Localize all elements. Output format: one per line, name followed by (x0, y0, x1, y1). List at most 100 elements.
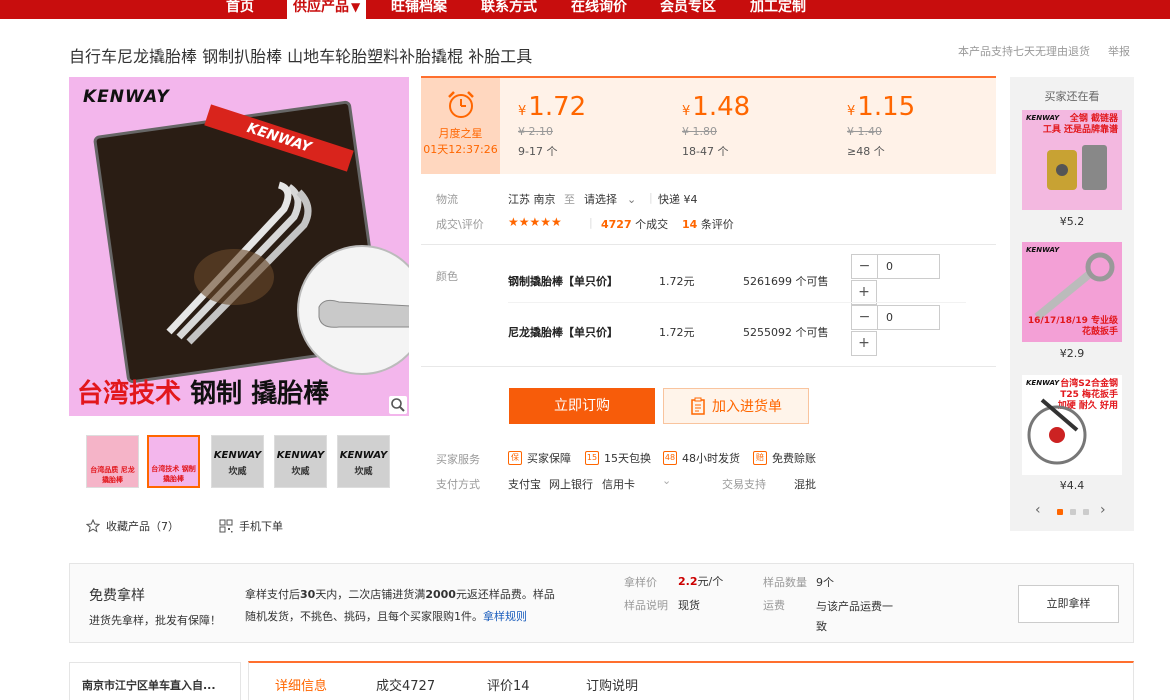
thumbnail-2-caption: 台湾技术 钢制 撬胎棒 (151, 465, 196, 483)
separator: | (649, 191, 653, 204)
deals-label: 成交\评价 (436, 218, 484, 231)
option-2-quantity-input[interactable]: 0 (878, 306, 939, 329)
tier-1-original-price: ¥ 2.10 (518, 125, 553, 138)
tab-details[interactable]: 详细信息 (275, 675, 327, 694)
clock-icon: 48 (663, 451, 677, 465)
sidebar-product-2[interactable]: KENWAY 16/17/18/19 专业级 花鼓扳手 (1022, 242, 1122, 342)
image-slogan: 台湾技术 钢制 撬胎棒 (77, 373, 329, 410)
tier-2-price-value: 1.48 (692, 92, 751, 122)
chevron-down-icon[interactable]: ⌄ (662, 474, 671, 487)
order-now-button[interactable]: 立即订购 (509, 388, 655, 424)
nav-home[interactable]: 首页 (226, 0, 254, 19)
sample-desc-days: 30 (300, 588, 316, 601)
favorite-label: 收藏产品（7） (106, 520, 179, 533)
option-2-plus-button[interactable]: + (851, 331, 877, 356)
chevron-down-icon: ⌄ (627, 193, 637, 206)
sidebar-product-3[interactable]: KENWAY 台湾S2合金钢 T25 梅花扳手 加硬 耐久 好用 (1022, 375, 1122, 475)
sidebar-product-3-price: ¥4.4 (1059, 479, 1085, 492)
review-count[interactable]: 14 条评价 (682, 216, 734, 232)
alarm-clock-icon (447, 91, 474, 118)
credit-icon: 赔 (753, 451, 767, 465)
shop-info: 南京市江宁区单车直入自... (69, 662, 241, 700)
nav-member[interactable]: 会员专区 (660, 0, 716, 19)
deal-count[interactable]: 4727 个成交 (601, 216, 668, 232)
pager-dot-active[interactable] (1057, 509, 1063, 515)
ship-to-label: 至 (564, 193, 575, 206)
tier-3-quantity: ≥48 个 (847, 145, 885, 158)
sample-note-label: 样品说明 (624, 599, 668, 612)
destination-select-label: 请选择 (584, 193, 617, 206)
tier-1-price: ¥1.72 (518, 92, 586, 122)
service-48h-shipping[interactable]: 48 48小时发货 (663, 450, 740, 466)
divider (421, 244, 996, 245)
chevron-right-icon[interactable]: › (1100, 502, 1106, 518)
sample-rules-link[interactable]: 拿样规则 (483, 610, 527, 623)
option-1-stock: 5261699 个可售 (743, 275, 829, 288)
thumbnail-3-sub: 坎威 (228, 467, 247, 477)
mobile-order-label: 手机下单 (239, 520, 283, 533)
thumbnail-1[interactable]: 台湾品质 尼龙撬胎棒 (86, 435, 139, 488)
thumbnail-2[interactable]: 台湾技术 钢制 撬胎棒 (147, 435, 200, 488)
add-to-cart-button[interactable]: 加入进货单 (663, 388, 809, 424)
payment-alipay: 支付宝 (508, 478, 541, 491)
also-viewed-sidebar: 买家还在看 KENWAY 全钢 截链器 工具 还是品牌靠谱 ¥5.2 KENWA… (1010, 77, 1134, 531)
page-title: 自行车尼龙撬胎棒 钢制扒胎棒 山地车轮胎塑料补胎撬棍 补胎工具 (69, 47, 533, 66)
option-1-price: 1.72元 (659, 275, 695, 288)
divider (421, 366, 996, 367)
tier-1-price-value: 1.72 (528, 92, 587, 122)
thumbnail-5[interactable]: KENWAY 坎威 (337, 435, 390, 488)
sample-desc-pre: 拿样支付后 (245, 588, 300, 601)
nav-inquiry[interactable]: 在线询价 (571, 0, 627, 19)
price-panel: 月度之星 01天12:37:26 ¥1.72 ¥ 2.10 9-17 个 ¥1.… (421, 76, 996, 174)
option-2-price: 1.72元 (659, 326, 695, 339)
report-link[interactable]: 举报 (1108, 43, 1130, 59)
zoom-detail-circle (297, 245, 409, 375)
thumbnail-3[interactable]: KENWAY 坎威 (211, 435, 264, 488)
tab-transactions[interactable]: 成交4727 (376, 675, 435, 694)
service-15day-exchange[interactable]: 15 15天包换 (585, 450, 651, 466)
sidebar-product-1[interactable]: KENWAY 全钢 截链器 工具 还是品牌靠谱 (1022, 110, 1122, 210)
mobile-order-button[interactable]: 手机下单 (219, 518, 283, 534)
thumbnail-4-brand: KENWAY (276, 450, 325, 461)
destination-select[interactable]: 请选择 ⌄ (584, 191, 636, 207)
pager-dot[interactable] (1083, 509, 1089, 515)
service-free-credit[interactable]: 赔免费赊账 (753, 450, 816, 466)
return-policy: 本产品支持七天无理由退货 (958, 45, 1090, 58)
thumbnail-1-caption: 台湾品质 尼龙撬胎棒 (90, 466, 135, 484)
shop-name[interactable]: 南京市江宁区单车直入自... (82, 677, 216, 693)
thumbnail-4[interactable]: KENWAY 坎威 (274, 435, 327, 488)
option-1-name: 钢制撬胎棒【单只价】 (508, 275, 618, 288)
favorite-button[interactable]: 收藏产品（7） (86, 518, 179, 534)
option-2-minus-button[interactable]: − (852, 306, 878, 329)
pager-dot[interactable] (1070, 509, 1076, 515)
tier-2-original-price: ¥ 1.80 (682, 125, 717, 138)
sample-qty-label: 样品数量 (763, 576, 807, 589)
trade-label: 交易支持 (722, 478, 766, 491)
price-tier-3: ¥1.15 ¥ 1.40 ≥48 个 (847, 92, 915, 159)
product-main-image[interactable]: KENWAY KENWAY 台湾技术 钢制 撬胎棒 (69, 77, 409, 416)
nav-products[interactable]: 供应产品 ▼ (287, 0, 367, 19)
disc-rotor-graphic (1027, 398, 1087, 465)
magnifier-icon[interactable] (389, 396, 407, 414)
shield-icon: 保 (508, 451, 522, 465)
tier-1-quantity: 9-17 个 (518, 145, 558, 158)
chain-tool-graphic (1047, 145, 1107, 190)
get-sample-button[interactable]: 立即拿样 (1018, 585, 1119, 623)
option-2-name: 尼龙撬胎棒【单只价】 (508, 326, 618, 339)
chevron-left-icon[interactable]: ‹ (1035, 502, 1041, 518)
option-1-minus-button[interactable]: − (852, 255, 878, 278)
nav-contact[interactable]: 联系方式 (481, 0, 537, 19)
nav-custom[interactable]: 加工定制 (750, 0, 806, 19)
service-buyer-protection[interactable]: 保买家保障 (508, 450, 571, 466)
deal-count-suffix: 个成交 (635, 218, 669, 231)
sample-qty-value: 9个 (816, 576, 834, 589)
promo-label: 月度之星 (438, 127, 483, 140)
option-1-quantity-input[interactable]: 0 (878, 255, 939, 278)
option-2-stock: 5255092 个可售 (743, 326, 829, 339)
service-15day-exchange-label: 15天包换 (604, 452, 651, 465)
tab-reviews[interactable]: 评价14 (487, 675, 530, 694)
add-to-cart-label: 加入进货单 (712, 399, 782, 415)
sample-shipping-value: 与该产品运费一致 (816, 600, 893, 633)
tab-order-notes[interactable]: 订购说明 (586, 675, 638, 694)
nav-profile[interactable]: 旺铺档案 (391, 0, 447, 19)
